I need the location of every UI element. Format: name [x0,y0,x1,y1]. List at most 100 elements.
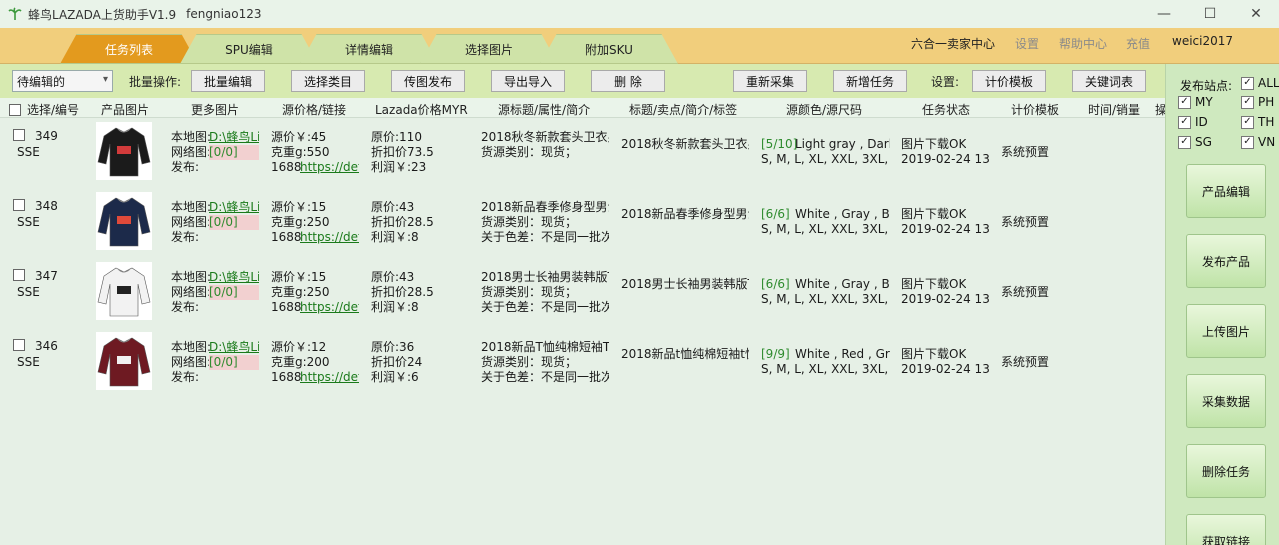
table-row[interactable]: 347 SSE 本地图: D:\蜂鸟Li 网络图: [0/0] 发布: 源价￥:15 克重g:2… [0,258,1165,328]
window-controls: — ☐ ✕ [1141,0,1279,28]
publish-product-button[interactable]: 发布产品 [1186,234,1266,288]
col-source-title: 源标题/属性/简介 [498,103,591,117]
recharge-link[interactable]: 充值 [1126,35,1150,52]
net-image-count: [0/0] [209,215,259,230]
local-image-path[interactable]: D:\蜂鸟Li [209,270,259,285]
status-filter-value: 待编辑的 [17,74,66,89]
site-checkbox-my[interactable]: ✓ MY [1178,95,1213,109]
source-link[interactable]: https://det [300,160,359,175]
net-image-count: [0/0] [209,355,259,370]
price-template: 系统预置 [1001,355,1050,369]
color-list: White , Red , Gray [795,347,890,361]
col-image: 产品图片 [101,103,150,117]
source-note: 关于色差：不是同一批次 [481,300,609,314]
publish-sites-label: 发布站点: [1180,79,1233,93]
size-list: S, M, L, XL, XXL, 3XL, 4 [761,292,890,306]
source-type: 货源类别：现货； [481,355,578,369]
local-image-path[interactable]: D:\蜂鸟Li [209,200,259,215]
local-image-path[interactable]: D:\蜂鸟Li [209,340,259,355]
local-image-label: 本地图: [171,130,212,144]
product-thumbnail[interactable] [96,122,152,180]
recollect-button[interactable]: 重新采集 [733,70,807,92]
site-checkbox-ph[interactable]: ✓ PH [1241,95,1274,109]
table-row[interactable]: 348 SSE 本地图: D:\蜂鸟Li 网络图: [0/0] 发布: 源价￥:15 克重g:2… [0,188,1165,258]
delete-button[interactable]: 删 除 [591,70,665,92]
row-id: 349 [35,129,58,143]
collect-data-button[interactable]: 采集数据 [1186,374,1266,428]
new-task-button[interactable]: 新增任务 [833,70,907,92]
site-checkbox-all[interactable]: ✓ ALL [1241,76,1279,90]
export-import-button[interactable]: 导出导入 [491,70,565,92]
get-link-button[interactable]: 获取链接 [1186,514,1266,545]
close-button[interactable]: ✕ [1233,0,1279,28]
source-platform: 1688 [271,230,302,244]
task-table-body: 349 SSE 本地图: D:\蜂鸟Li 网络图: [0/0] 发布: 源价￥:45 克重g:5… [0,118,1165,545]
row-checkbox[interactable] [13,339,25,351]
maximize-button[interactable]: ☐ [1187,0,1233,28]
right-panel: 发布站点: ✓ ALL ✓ MY ✓ PH ✓ ID ✓ TH ✓ SG ✓ VN 产品编辑 … [1165,64,1279,545]
source-note: 关于色差：不是同一批次 [481,230,609,244]
source-platform: 1688 [271,370,302,384]
publish-label: 发布: [171,230,200,244]
keyword-table-button[interactable]: 关键词表 [1072,70,1146,92]
shirt-icon [97,267,151,317]
color-count: [5/10] [761,137,798,151]
row-id: 346 [35,339,58,353]
row-checkbox[interactable] [13,199,25,211]
row-site: SSE [17,355,40,369]
account-name[interactable]: weici2017 [1172,34,1233,48]
row-select[interactable] [13,269,25,285]
product-thumbnail[interactable] [96,262,152,320]
batch-edit-button[interactable]: 批量编辑 [191,70,265,92]
upload-publish-button[interactable]: 传图发布 [391,70,465,92]
upload-image-button[interactable]: 上传图片 [1186,304,1266,358]
col-title: 标题/卖点/简介/标签 [629,103,738,117]
site-checkbox-id[interactable]: ✓ ID [1178,115,1208,129]
product-thumbnail[interactable] [96,332,152,390]
task-time: 2019-02-24 13: [901,152,989,166]
profit: 利润￥:8 [371,300,419,314]
source-link[interactable]: https://det [300,230,359,245]
weight: 克重g:550 [271,145,330,159]
site-checkbox-vn[interactable]: ✓ VN [1241,135,1275,149]
local-image-label: 本地图: [171,200,212,214]
settings-link[interactable]: 设置 [1015,35,1039,52]
product-title: 2018秋冬新款套头卫衣男 [621,137,749,151]
source-price: 源价￥:15 [271,270,327,284]
table-row[interactable]: 346 SSE 本地图: D:\蜂鸟Li 网络图: [0/0] 发布: 源价￥:12 克重g:2… [0,328,1165,398]
original-price: 原价:43 [371,270,415,284]
source-link[interactable]: https://det [300,370,359,385]
delete-task-button[interactable]: 删除任务 [1186,444,1266,498]
row-select[interactable] [13,199,25,215]
product-edit-button[interactable]: 产品编辑 [1186,164,1266,218]
site-checkbox-th[interactable]: ✓ TH [1241,115,1274,129]
choose-category-button[interactable]: 选择类目 [291,70,365,92]
table-header: 选择/编号 产品图片 更多图片 源价格/链接 Lazada价格MYR 源标题/属… [0,98,1167,118]
price-template: 系统预置 [1001,215,1050,229]
product-title: 2018男士长袖男装韩版T恤 [621,277,749,291]
col-more-images: 更多图片 [191,103,240,117]
help-center-link[interactable]: 帮助中心 [1059,35,1107,52]
product-title: 2018新品t恤纯棉短袖t恤 [621,347,749,361]
seller-center-link[interactable]: 六合一卖家中心 [911,35,995,52]
minimize-button[interactable]: — [1141,0,1187,28]
row-checkbox[interactable] [13,269,25,281]
row-select[interactable] [13,339,25,355]
product-thumbnail[interactable] [96,192,152,250]
task-time: 2019-02-24 13: [901,222,989,236]
source-link[interactable]: https://det [300,300,359,315]
color-count: [6/6] [761,277,790,291]
row-id: 347 [35,269,58,283]
local-image-label: 本地图: [171,340,212,354]
site-checkbox-sg[interactable]: ✓ SG [1178,135,1212,149]
row-select[interactable] [13,129,25,145]
status-filter-select[interactable]: 待编辑的 ▾ [12,70,113,92]
price-template-button[interactable]: 计价模板 [972,70,1046,92]
row-checkbox[interactable] [13,129,25,141]
source-title: 2018新品春季修身型男士 [481,200,609,214]
local-image-path[interactable]: D:\蜂鸟Li [209,130,259,145]
table-row[interactable]: 349 SSE 本地图: D:\蜂鸟Li 网络图: [0/0] 发布: 源价￥:45 克重g:5… [0,118,1165,188]
weight: 克重g:250 [271,215,330,229]
settings-label: 设置: [931,75,960,89]
hummingbird-logo-icon [8,7,22,20]
